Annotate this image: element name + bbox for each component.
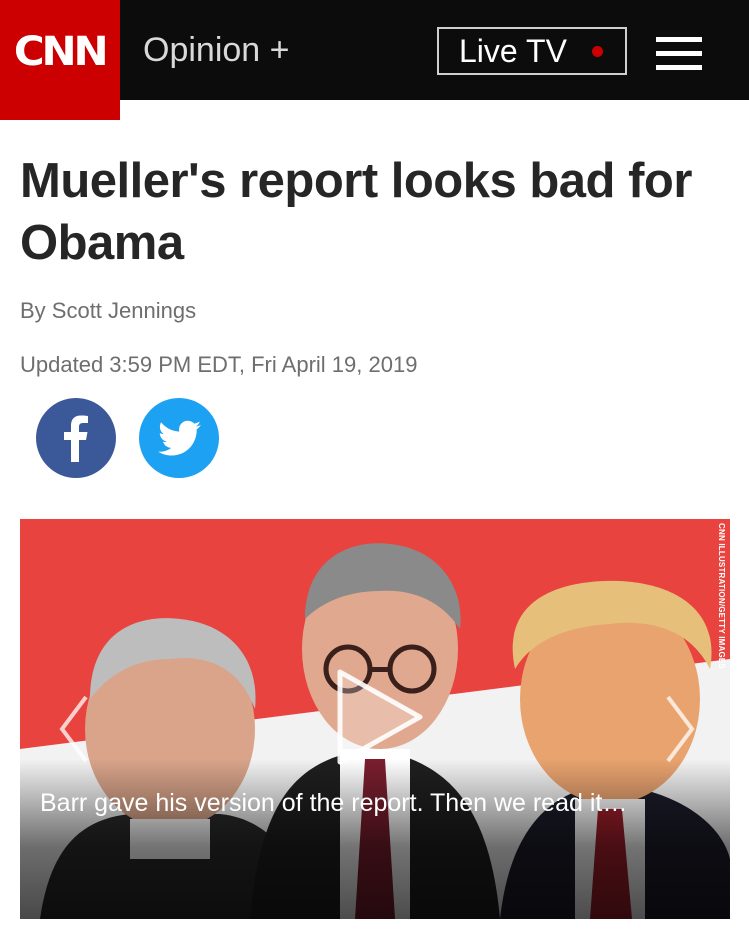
article-headline: Mueller's report looks bad for Obama: [20, 154, 692, 270]
article-byline[interactable]: By Scott Jennings: [20, 298, 196, 324]
video-thumbnail[interactable]: CNN ILLUSTRATION/GETTY IMAGES Barr gave …: [20, 519, 730, 919]
play-icon[interactable]: [320, 662, 430, 772]
twitter-share-button[interactable]: [139, 398, 219, 478]
menu-line: [656, 65, 702, 70]
top-nav-bar: CNN Opinion + Live TV: [0, 0, 749, 120]
cnn-logo[interactable]: CNN: [0, 0, 120, 120]
twitter-icon: [158, 420, 201, 456]
live-tv-button[interactable]: Live TV: [437, 27, 627, 75]
facebook-icon: [64, 415, 88, 462]
section-opinion-link[interactable]: Opinion +: [143, 28, 290, 72]
cnn-logo-text: CNN: [14, 29, 109, 75]
chevron-right-icon[interactable]: [660, 689, 700, 769]
facebook-share-button[interactable]: [36, 398, 116, 478]
caption-gradient: [20, 759, 730, 919]
video-caption[interactable]: Barr gave his version of the report. The…: [40, 789, 720, 818]
article-timestamp: Updated 3:59 PM EDT, Fri April 19, 2019: [20, 352, 418, 377]
menu-line: [656, 37, 702, 42]
live-indicator-dot: [592, 46, 603, 57]
live-tv-label: Live TV: [459, 32, 567, 69]
chevron-left-icon[interactable]: [54, 689, 94, 769]
image-credit: CNN ILLUSTRATION/GETTY IMAGES: [717, 523, 726, 669]
hamburger-menu-icon[interactable]: [656, 37, 702, 71]
menu-line: [656, 51, 702, 56]
